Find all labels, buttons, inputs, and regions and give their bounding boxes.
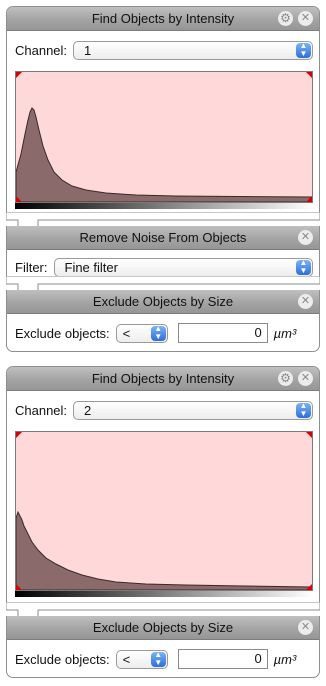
exclude-label: Exclude objects: (15, 651, 110, 667)
panel-header[interactable]: Remove Noise From Objects ✕ (7, 226, 319, 250)
popup-arrows-icon: ▲ ▼ (150, 651, 166, 667)
top-left-marker-icon (16, 432, 22, 438)
panel-header[interactable]: Exclude Objects by Size ✕ (7, 616, 319, 640)
channel-select[interactable]: 2 ▲ ▼ (73, 400, 313, 420)
close-icon[interactable]: ✕ (298, 230, 313, 245)
exclude-label: Exclude objects: (15, 325, 110, 341)
top-right-marker-icon (306, 72, 312, 78)
intensity-histogram[interactable] (15, 71, 313, 203)
popup-arrows-icon: ▲ ▼ (296, 259, 311, 275)
panel-title: Remove Noise From Objects (79, 230, 247, 245)
channel-select-value: 2 (84, 402, 92, 418)
panel-title: Exclude Objects by Size (92, 620, 234, 635)
size-value-input[interactable]: 0 (177, 649, 268, 669)
histogram-plot (16, 432, 312, 590)
intensity-gradient-bar (15, 591, 313, 597)
close-icon[interactable]: ✕ (298, 371, 313, 386)
exclude-row: Exclude objects: < ▲ ▼ 0 µm³ (15, 322, 313, 344)
pipeline-group-2: Find Objects by Intensity ⚙ ✕ Channel: 2… (6, 366, 320, 682)
channel-label: Channel: (15, 42, 68, 58)
panel-title: Find Objects by Intensity (91, 371, 235, 386)
panel-header[interactable]: Find Objects by Intensity ⚙ ✕ (7, 7, 319, 31)
filter-select-value: Fine filter (64, 259, 118, 275)
panel-header[interactable]: Find Objects by Intensity ⚙ ✕ (7, 367, 319, 391)
channel-row: Channel: 2 ▲ ▼ (15, 399, 313, 421)
exclude-objects-by-size-panel: Exclude Objects by Size ✕ Exclude object… (6, 616, 320, 678)
operator-select[interactable]: < ▲ ▼ (115, 323, 168, 343)
histogram-curve (16, 107, 312, 202)
top-left-marker-icon (16, 72, 22, 78)
pipeline-group-1: Find Objects by Intensity ⚙ ✕ Channel: 1… (6, 6, 320, 380)
close-icon[interactable]: ✕ (298, 11, 313, 26)
unit-label: µm³ (273, 651, 297, 667)
panel-title: Exclude Objects by Size (92, 294, 234, 309)
panel-header[interactable]: Exclude Objects by Size ✕ (7, 290, 319, 314)
popup-arrows-icon: ▲ ▼ (296, 42, 311, 58)
popup-arrows-icon: ▲ ▼ (150, 325, 166, 341)
exclude-objects-by-size-panel: Exclude Objects by Size ✕ Exclude object… (6, 290, 320, 352)
close-icon[interactable]: ✕ (298, 294, 313, 309)
exclude-row: Exclude objects: < ▲ ▼ 0 µm³ (15, 648, 313, 670)
operator-select-value: < (122, 651, 131, 667)
intensity-gradient-bar (15, 203, 313, 209)
find-objects-by-intensity-panel: Find Objects by Intensity ⚙ ✕ Channel: 2… (6, 366, 320, 602)
size-value-input[interactable]: 0 (177, 323, 268, 343)
histogram-plot (16, 72, 312, 202)
find-objects-by-intensity-panel: Find Objects by Intensity ⚙ ✕ Channel: 1… (6, 6, 320, 212)
histogram-curve (16, 510, 312, 590)
channel-select[interactable]: 1 ▲ ▼ (73, 40, 313, 60)
top-right-marker-icon (306, 432, 312, 438)
close-icon[interactable]: ✕ (298, 620, 313, 635)
gear-icon[interactable]: ⚙ (278, 11, 293, 26)
gear-icon[interactable]: ⚙ (278, 371, 293, 386)
channel-label: Channel: (15, 402, 68, 418)
channel-row: Channel: 1 ▲ ▼ (15, 39, 313, 61)
filter-label: Filter: (15, 259, 48, 275)
channel-select-value: 1 (84, 42, 92, 58)
operator-select-value: < (122, 325, 131, 341)
panel-title: Find Objects by Intensity (91, 11, 235, 26)
filter-select[interactable]: Fine filter ▲ ▼ (53, 257, 313, 277)
filter-row: Filter: Fine filter ▲ ▼ (15, 256, 313, 278)
operator-select[interactable]: < ▲ ▼ (115, 649, 168, 669)
popup-arrows-icon: ▲ ▼ (296, 402, 311, 418)
intensity-histogram[interactable] (15, 431, 313, 591)
unit-label: µm³ (273, 325, 297, 341)
